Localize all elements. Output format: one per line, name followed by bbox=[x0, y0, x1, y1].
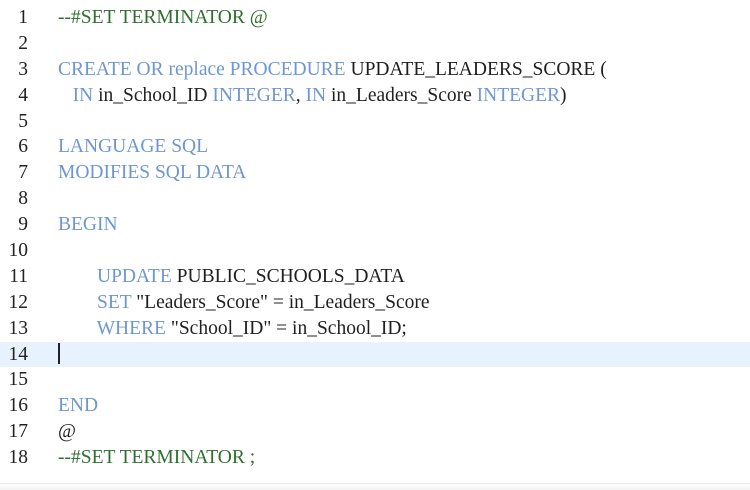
line-number: 14 bbox=[8, 343, 29, 365]
sql-token: "Leaders_Score" = in_Leaders_Score bbox=[131, 291, 430, 313]
code-line[interactable]: 9 BEGIN bbox=[0, 212, 750, 238]
code-line[interactable]: 6 LANGUAGE SQL bbox=[0, 134, 750, 160]
code-text[interactable]: CREATE OR replace PROCEDURE UPDATE_LEADE… bbox=[58, 57, 750, 83]
code-line[interactable]: 16 END bbox=[0, 393, 750, 419]
sql-keyword: SET bbox=[97, 291, 132, 313]
sql-token: in_School_ID bbox=[93, 84, 213, 106]
line-number: 6 bbox=[18, 136, 28, 158]
sql-token: in_Leaders_Score bbox=[326, 84, 477, 106]
line-number: 11 bbox=[9, 265, 28, 287]
code-text[interactable]: UPDATE PUBLIC_SCHOOLS_DATA bbox=[58, 264, 750, 290]
code-line[interactable]: 1 --#SET TERMINATOR @ bbox=[0, 5, 750, 31]
sql-token: ) bbox=[560, 84, 567, 106]
line-number: 15 bbox=[8, 369, 29, 391]
code-line[interactable]: 8 bbox=[0, 186, 750, 212]
sql-keyword: UPDATE bbox=[97, 265, 172, 287]
code-line[interactable]: 4 IN in_School_ID INTEGER, IN in_Leaders… bbox=[0, 83, 750, 109]
code-text[interactable]: BEGIN bbox=[58, 212, 750, 238]
code-text[interactable]: MODIFIES SQL DATA bbox=[58, 160, 750, 186]
code-line[interactable]: 7 MODIFIES SQL DATA bbox=[0, 160, 750, 186]
sql-keyword: BEGIN bbox=[58, 214, 118, 236]
code-line[interactable]: 13 WHERE "School_ID" = in_School_ID; bbox=[0, 316, 750, 342]
sql-keyword: END bbox=[58, 395, 99, 417]
code-line[interactable]: 15 bbox=[0, 367, 750, 393]
line-number: 17 bbox=[8, 421, 29, 443]
code-text[interactable]: SET "Leaders_Score" = in_Leaders_Score bbox=[58, 290, 750, 316]
sql-keyword: IN bbox=[305, 84, 327, 106]
code-line[interactable]: 10 bbox=[0, 238, 750, 264]
sql-token: "School_ID" = in_School_ID; bbox=[165, 317, 407, 339]
line-number: 8 bbox=[18, 188, 28, 210]
sql-token: UPDATE_LEADERS_SCORE ( bbox=[345, 58, 607, 80]
sql-keyword: IN bbox=[72, 84, 94, 106]
line-number: 7 bbox=[18, 162, 28, 184]
editor-bottom-edge bbox=[0, 483, 750, 490]
code-line[interactable]: 12 SET "Leaders_Score" = in_Leaders_Scor… bbox=[0, 290, 750, 316]
code-text[interactable]: LANGUAGE SQL bbox=[58, 134, 750, 160]
code-line[interactable]: 5 bbox=[0, 109, 750, 135]
sql-keyword: CREATE OR replace PROCEDURE bbox=[58, 58, 346, 80]
code-text[interactable]: WHERE "School_ID" = in_School_ID; bbox=[58, 316, 750, 342]
line-number: 10 bbox=[8, 240, 29, 262]
sql-keyword: LANGUAGE SQL bbox=[58, 136, 209, 158]
line-number: 4 bbox=[18, 84, 28, 106]
line-number: 12 bbox=[8, 291, 29, 313]
code-line[interactable]: 2 bbox=[0, 31, 750, 57]
sql-comment: --#SET TERMINATOR ; bbox=[58, 447, 256, 469]
line-number: 5 bbox=[18, 110, 28, 132]
sql-keyword: INTEGER bbox=[476, 84, 561, 106]
code-text[interactable] bbox=[58, 342, 750, 368]
code-text[interactable]: IN in_School_ID INTEGER, IN in_Leaders_S… bbox=[58, 83, 750, 109]
code-line[interactable]: 17 @ bbox=[0, 419, 750, 445]
sql-keyword: INTEGER bbox=[212, 84, 296, 106]
code-line[interactable]: 3 CREATE OR replace PROCEDURE UPDATE_LEAD… bbox=[0, 57, 750, 83]
sql-code-editor[interactable]: 1 --#SET TERMINATOR @ 2 3 CREATE OR replace … bbox=[0, 0, 750, 490]
code-line[interactable]: 18 --#SET TERMINATOR ; bbox=[0, 445, 750, 471]
code-text[interactable]: @ bbox=[58, 419, 750, 445]
line-number: 3 bbox=[18, 58, 28, 80]
code-text[interactable]: --#SET TERMINATOR @ bbox=[58, 5, 750, 31]
sql-keyword: MODIFIES SQL DATA bbox=[58, 162, 247, 184]
sql-token: PUBLIC_SCHOOLS_DATA bbox=[171, 265, 405, 287]
line-number: 1 bbox=[18, 7, 28, 28]
sql-keyword: WHERE bbox=[96, 317, 166, 339]
line-number: 2 bbox=[18, 32, 28, 54]
line-number: 13 bbox=[8, 317, 29, 339]
sql-token: , bbox=[295, 84, 306, 106]
code-lines[interactable]: 1 --#SET TERMINATOR @ 2 3 CREATE OR replace … bbox=[0, 5, 750, 471]
code-line[interactable]: 11 UPDATE PUBLIC_SCHOOLS_DATA bbox=[0, 264, 750, 290]
code-line-active[interactable]: 14 bbox=[0, 341, 750, 368]
line-number: 18 bbox=[8, 447, 29, 469]
text-cursor bbox=[58, 343, 60, 365]
code-text[interactable]: END bbox=[58, 393, 750, 419]
sql-comment: --#SET TERMINATOR @ bbox=[58, 7, 268, 28]
code-text[interactable]: --#SET TERMINATOR ; bbox=[58, 445, 750, 471]
line-number: 16 bbox=[8, 395, 29, 417]
line-number: 9 bbox=[18, 214, 28, 236]
sql-token: @ bbox=[58, 421, 76, 443]
